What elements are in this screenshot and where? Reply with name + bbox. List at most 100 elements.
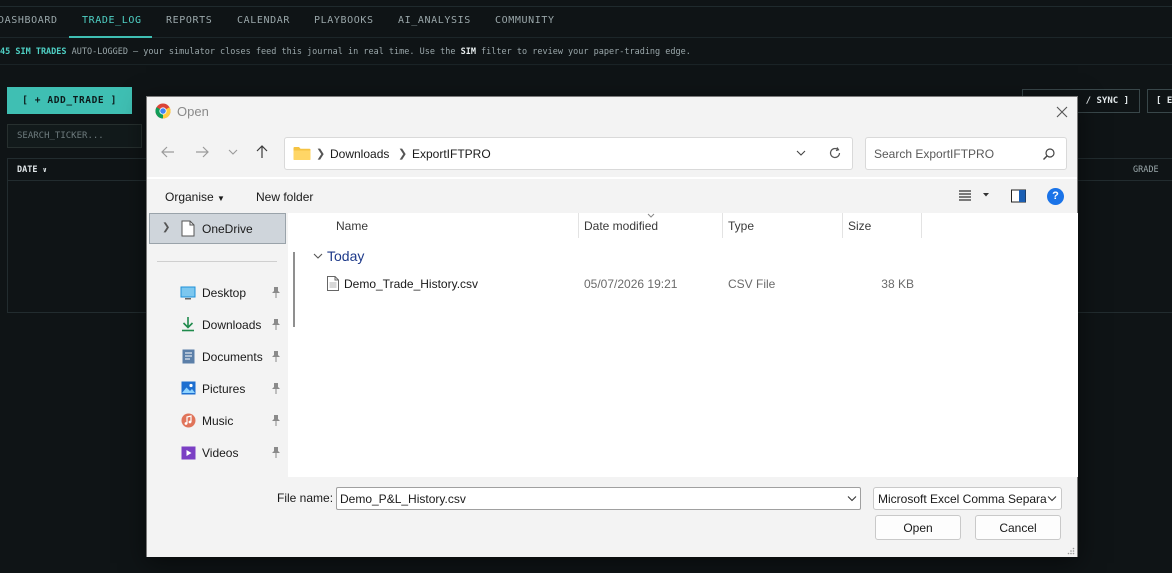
notice-text-1: AUTO-LOGGED — your simulator closes feed… bbox=[66, 47, 461, 57]
address-bar[interactable]: ❯ Downloads ❯ ExportIFTPRO bbox=[284, 137, 853, 170]
pin-icon bbox=[272, 351, 280, 362]
nav-scrollbar[interactable] bbox=[293, 252, 295, 327]
file-type-select[interactable]: Microsoft Excel Comma Separa bbox=[873, 487, 1062, 510]
nav-calendar[interactable]: CALENDAR bbox=[237, 15, 290, 26]
sim-count: 45 SIM TRADES bbox=[0, 47, 67, 57]
page-icon bbox=[181, 220, 195, 237]
chevron-down-icon bbox=[228, 149, 238, 155]
search-ticker-input[interactable]: SEARCH_TICKER... bbox=[7, 124, 142, 148]
search-box[interactable]: Search ExportIFTPRO bbox=[865, 137, 1067, 170]
desktop-icon bbox=[180, 286, 196, 300]
arrow-left-icon bbox=[161, 146, 174, 158]
arrow-up-icon bbox=[256, 145, 268, 158]
column-date-modified[interactable]: Date modified bbox=[584, 219, 658, 233]
sort-indicator-icon bbox=[647, 213, 655, 218]
nav-videos-label: Videos bbox=[202, 446, 239, 460]
sync-label: / SYNC ] bbox=[1085, 96, 1129, 106]
arrow-right-icon bbox=[196, 146, 209, 158]
chrome-icon bbox=[155, 103, 171, 119]
edge-button[interactable]: [ E bbox=[1147, 89, 1172, 113]
command-bar: Organise ▼ New folder ? bbox=[147, 179, 1077, 213]
cancel-button[interactable]: Cancel bbox=[975, 515, 1061, 540]
group-header-today[interactable]: Today bbox=[327, 248, 364, 264]
file-name-label: File name: bbox=[277, 491, 334, 505]
organise-label: Organise bbox=[165, 190, 214, 204]
chevron-right-icon[interactable]: ❯ bbox=[162, 222, 170, 233]
add-trade-button[interactable]: [ + ADD_TRADE ] bbox=[7, 87, 132, 114]
nav-desktop-label: Desktop bbox=[202, 286, 247, 300]
nav-reports[interactable]: REPORTS bbox=[166, 15, 212, 26]
back-button[interactable] bbox=[157, 141, 179, 163]
nav-ai-analysis[interactable]: AI_ANALYSIS bbox=[398, 15, 471, 26]
folder-icon bbox=[293, 147, 311, 160]
dialog-footer: File name: Demo_P&L_History.csv Microsof… bbox=[147, 477, 1077, 557]
divider bbox=[0, 64, 1172, 65]
file-name-input[interactable]: Demo_P&L_History.csv bbox=[336, 487, 861, 510]
chevron-down-icon[interactable] bbox=[847, 495, 857, 503]
nav-trade-log[interactable]: TRADE_LOG bbox=[82, 15, 142, 26]
music-icon bbox=[181, 413, 196, 428]
help-button[interactable]: ? bbox=[1047, 188, 1064, 205]
nav-music-label: Music bbox=[202, 414, 234, 428]
view-menu[interactable] bbox=[957, 188, 993, 207]
pin-icon bbox=[272, 415, 280, 426]
up-button[interactable] bbox=[251, 141, 273, 163]
column-name[interactable]: Name bbox=[336, 219, 368, 233]
file-list: Name Date modified Type Size Today Demo_… bbox=[302, 213, 1078, 477]
nav-onedrive[interactable]: ❯ OneDrive bbox=[149, 213, 286, 244]
notice-text-2: filter to review your paper-trading edge… bbox=[475, 47, 691, 57]
forward-button[interactable] bbox=[191, 141, 213, 163]
refresh-icon[interactable] bbox=[828, 146, 842, 160]
open-file-dialog: Open ❯ Downloads ❯ ExportIFTPRO Search E bbox=[146, 96, 1078, 557]
column-divider[interactable] bbox=[921, 213, 922, 238]
breadcrumb-separator-icon: ❯ bbox=[316, 148, 326, 160]
breadcrumb-downloads[interactable]: Downloads bbox=[330, 147, 389, 161]
chevron-down-icon[interactable] bbox=[312, 250, 324, 262]
onedrive-label: OneDrive bbox=[202, 222, 253, 236]
csv-file-icon bbox=[327, 276, 339, 291]
grade-column-header[interactable]: GRADE bbox=[1133, 165, 1159, 175]
list-view-icon bbox=[959, 190, 989, 201]
open-button[interactable]: Open bbox=[875, 515, 961, 540]
nav-playbooks[interactable]: PLAYBOOKS bbox=[314, 15, 374, 26]
breadcrumb-separator-icon: ❯ bbox=[398, 148, 408, 160]
file-size: 38 KB bbox=[881, 277, 914, 291]
resize-grip-icon[interactable] bbox=[1067, 547, 1075, 555]
preview-pane-icon[interactable] bbox=[1011, 189, 1026, 203]
nav-downloads-label: Downloads bbox=[202, 318, 262, 332]
column-size[interactable]: Size bbox=[848, 219, 871, 233]
close-icon bbox=[1056, 106, 1068, 118]
navigation-pane: ❯ OneDrive bbox=[147, 213, 288, 477]
main-nav: DASHBOARD TRADE_LOG REPORTS CALENDAR PLA… bbox=[0, 7, 1172, 38]
column-divider[interactable] bbox=[578, 213, 579, 238]
nav-dashboard[interactable]: DASHBOARD bbox=[0, 15, 58, 26]
dialog-title: Open bbox=[177, 104, 209, 119]
close-button[interactable] bbox=[1047, 97, 1077, 127]
recent-locations-button[interactable] bbox=[222, 141, 244, 163]
sim-keyword: SIM bbox=[460, 47, 476, 57]
nav-pictures-label: Pictures bbox=[202, 382, 246, 396]
column-divider[interactable] bbox=[842, 213, 843, 238]
file-name: Demo_Trade_History.csv bbox=[344, 277, 479, 291]
nav-community[interactable]: COMMUNITY bbox=[495, 15, 555, 26]
pictures-icon bbox=[181, 381, 196, 395]
organise-menu[interactable]: Organise ▼ bbox=[165, 190, 225, 204]
sim-notice: 45 SIM TRADES AUTO-LOGGED — your simulat… bbox=[0, 47, 691, 57]
search-placeholder: Search ExportIFTPRO bbox=[874, 147, 995, 161]
search-icon bbox=[1043, 148, 1055, 160]
caret-down-icon: ▼ bbox=[217, 194, 225, 203]
file-date-modified: 05/07/2026 19:21 bbox=[584, 277, 678, 291]
breadcrumb-exportiftpro[interactable]: ExportIFTPRO bbox=[412, 147, 491, 161]
column-type[interactable]: Type bbox=[728, 219, 754, 233]
videos-icon bbox=[181, 446, 196, 460]
pin-icon bbox=[272, 447, 280, 458]
chevron-down-icon[interactable] bbox=[795, 147, 807, 159]
column-divider[interactable] bbox=[722, 213, 723, 238]
date-column-header[interactable]: DATE ∨ bbox=[17, 165, 47, 175]
pin-icon bbox=[272, 287, 280, 298]
chevron-down-icon[interactable] bbox=[1047, 495, 1057, 503]
sort-chevron-icon: ∨ bbox=[42, 166, 47, 174]
pin-icon bbox=[272, 383, 280, 394]
new-folder-button[interactable]: New folder bbox=[256, 190, 313, 204]
pin-icon bbox=[272, 319, 280, 330]
